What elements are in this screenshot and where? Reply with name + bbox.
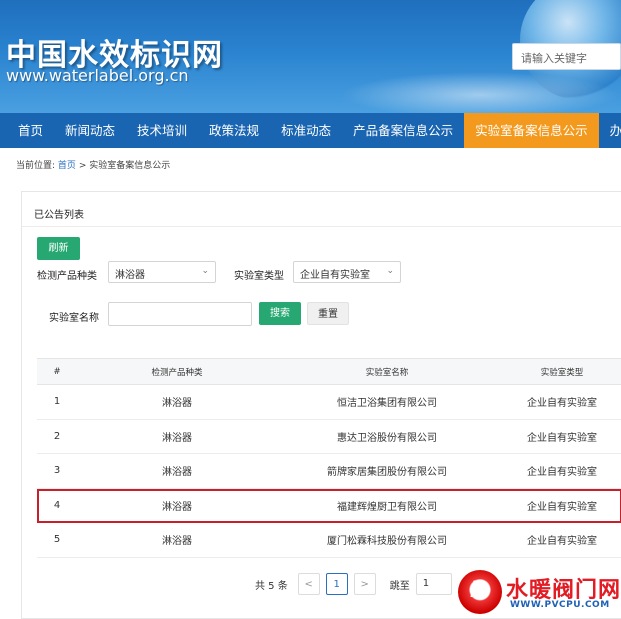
product-type-value: 淋浴器 bbox=[115, 270, 145, 281]
cell-lab-name: 箭牌家居集团股份有限公司 bbox=[327, 467, 447, 479]
jump-page-input[interactable]: 1 bbox=[415, 573, 452, 595]
cell-product: 淋浴器 bbox=[162, 501, 192, 513]
cell-product: 淋浴器 bbox=[162, 432, 192, 444]
product-type-select[interactable]: 淋浴器 ⌄ bbox=[108, 261, 216, 283]
cell-lab-type: 企业自有实验室 bbox=[527, 467, 597, 479]
col-header-lab-type: 实验室类型 bbox=[540, 367, 584, 378]
panel-title: 已公告列表 bbox=[34, 210, 84, 221]
cell-lab-type: 企业自有实验室 bbox=[527, 398, 597, 410]
reset-button[interactable]: 重置 bbox=[307, 302, 349, 325]
cell-product: 淋浴器 bbox=[162, 536, 192, 548]
breadcrumb: 当前位置: 首页 > 实验室备案信息公示 bbox=[16, 158, 170, 171]
breadcrumb-prefix: 当前位置: bbox=[16, 161, 56, 171]
cell-lab-name: 恒洁卫浴集团有限公司 bbox=[337, 398, 437, 410]
panel-divider bbox=[22, 226, 621, 227]
table-row[interactable]: 2 淋浴器 惠达卫浴股份有限公司 企业自有实验室 bbox=[37, 419, 621, 454]
lab-type-select[interactable]: 企业自有实验室 ⌄ bbox=[293, 261, 401, 283]
nav-item-training[interactable]: 技术培训 bbox=[126, 113, 198, 148]
table-row[interactable]: 5 淋浴器 厦门松霖科技股份有限公司 企业自有实验室 bbox=[37, 523, 621, 558]
search-input[interactable]: 请输入关键字 bbox=[512, 43, 621, 70]
jump-label: 跳至 bbox=[389, 580, 410, 592]
cell-index: 4 bbox=[53, 499, 61, 511]
lab-type-value: 企业自有实验室 bbox=[300, 270, 370, 281]
announcement-panel: 已公告列表 刷新 检测产品种类 淋浴器 ⌄ 实验室类型 企业自有实验室 ⌄ 实验… bbox=[21, 191, 621, 619]
water-splash-graphic bbox=[330, 70, 621, 113]
cell-lab-name: 惠达卫浴股份有限公司 bbox=[337, 432, 437, 444]
watermark-logo-icon: P bbox=[458, 570, 502, 614]
chevron-down-icon: ⌄ bbox=[386, 266, 394, 276]
nav-item-news[interactable]: 新闻动态 bbox=[54, 113, 126, 148]
cell-lab-name: 厦门松霖科技股份有限公司 bbox=[327, 536, 447, 548]
col-header-lab-name: 实验室名称 bbox=[365, 367, 409, 378]
refresh-button[interactable]: 刷新 bbox=[37, 237, 80, 260]
pagination: 共 5 条 < 1 > 跳至 1 bbox=[255, 572, 452, 596]
watermark: P 水暖阀门网 WWW.PVCPU.COM bbox=[458, 568, 621, 619]
nav-item-home[interactable]: 首页 bbox=[0, 113, 54, 148]
site-header: 中国水效标识网 www.waterlabel.org.cn 请输入关键字 bbox=[0, 0, 621, 113]
cell-lab-name: 福建辉煌厨卫有限公司 bbox=[337, 501, 437, 513]
lab-name-label: 实验室名称 bbox=[49, 313, 99, 324]
breadcrumb-current: > 实验室备案信息公示 bbox=[78, 161, 171, 171]
watermark-logo-letter: P bbox=[470, 578, 487, 603]
cell-index: 3 bbox=[53, 465, 61, 477]
next-page-button[interactable]: > bbox=[353, 573, 376, 595]
cell-lab-type: 企业自有实验室 bbox=[527, 432, 597, 444]
main-nav: 首页 新闻动态 技术培训 政策法规 标准动态 产品备案信息公示 实验室备案信息公… bbox=[0, 113, 621, 148]
nav-item-policy[interactable]: 政策法规 bbox=[198, 113, 270, 148]
lab-name-input[interactable] bbox=[108, 302, 252, 326]
table-row[interactable]: 3 淋浴器 箭牌家居集团股份有限公司 企业自有实验室 bbox=[37, 454, 621, 489]
table-header: # 检测产品种类 实验室名称 实验室类型 bbox=[37, 358, 621, 385]
cell-lab-type: 企业自有实验室 bbox=[527, 536, 597, 548]
nav-item-guide[interactable]: 办事指南 bbox=[599, 113, 621, 148]
cell-index: 1 bbox=[53, 396, 61, 408]
chevron-down-icon: ⌄ bbox=[201, 266, 209, 276]
table-row-highlighted[interactable]: 4 淋浴器 福建辉煌厨卫有限公司 企业自有实验室 bbox=[37, 488, 621, 523]
search-button[interactable]: 搜索 bbox=[259, 302, 301, 325]
cell-index: 2 bbox=[53, 430, 61, 442]
table-row[interactable]: 1 淋浴器 恒洁卫浴集团有限公司 企业自有实验室 bbox=[37, 385, 621, 420]
lab-type-label: 实验室类型 bbox=[234, 271, 284, 282]
cell-index: 5 bbox=[53, 534, 61, 546]
site-url: www.waterlabel.org.cn bbox=[6, 66, 189, 85]
page-1-button[interactable]: 1 bbox=[325, 573, 348, 595]
lab-table: # 检测产品种类 实验室名称 实验室类型 1 淋浴器 恒洁卫浴集团有限公司 企业… bbox=[37, 358, 621, 558]
breadcrumb-home-link[interactable]: 首页 bbox=[58, 161, 76, 171]
nav-item-standards[interactable]: 标准动态 bbox=[270, 113, 342, 148]
cell-lab-type: 企业自有实验室 bbox=[527, 501, 597, 513]
pagination-total: 共 5 条 bbox=[255, 580, 288, 592]
nav-item-lab-filing[interactable]: 实验室备案信息公示 bbox=[464, 113, 599, 148]
cell-product: 淋浴器 bbox=[162, 467, 192, 479]
col-header-product: 检测产品种类 bbox=[151, 367, 203, 378]
col-header-index: # bbox=[53, 366, 61, 377]
watermark-url: WWW.PVCPU.COM bbox=[510, 600, 610, 610]
prev-page-button[interactable]: < bbox=[297, 573, 320, 595]
product-type-label: 检测产品种类 bbox=[37, 271, 97, 282]
cell-product: 淋浴器 bbox=[162, 398, 192, 410]
nav-item-product-filing[interactable]: 产品备案信息公示 bbox=[342, 113, 464, 148]
